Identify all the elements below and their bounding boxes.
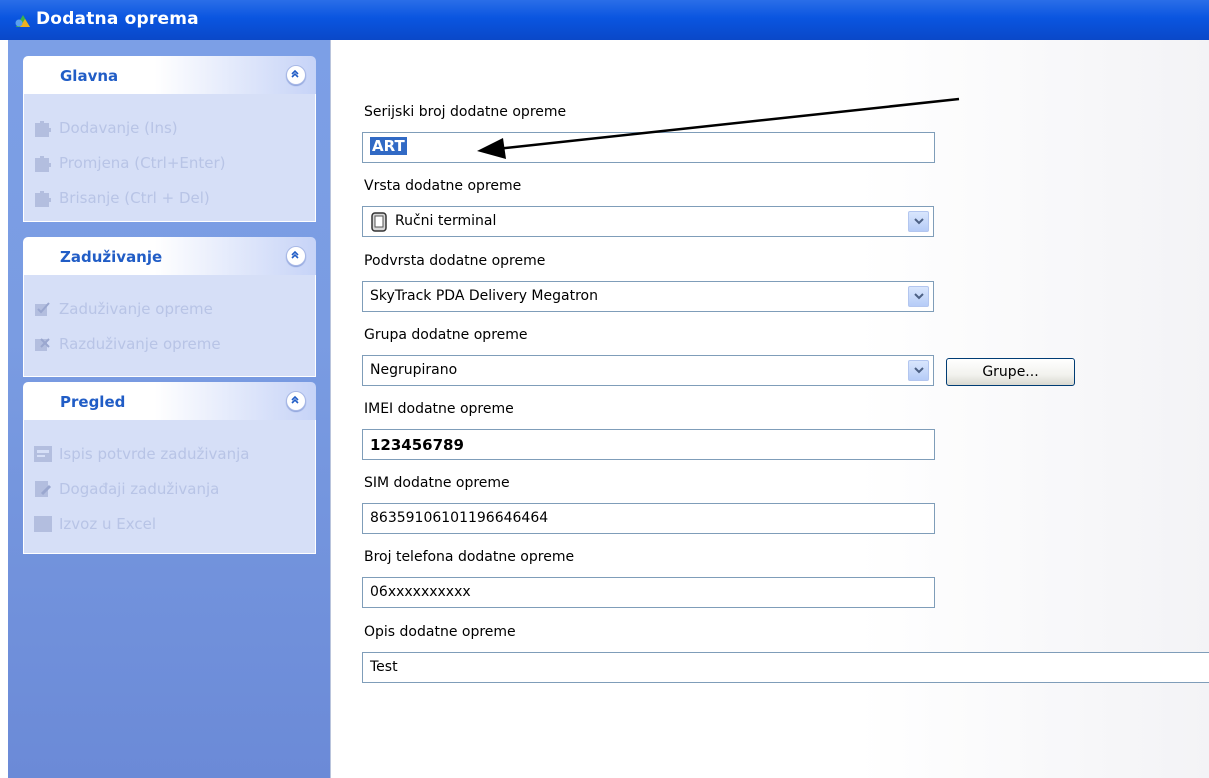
task-brisanje[interactable]: Brisanje (Ctrl + Del) xyxy=(24,180,315,215)
task-label: Brisanje (Ctrl + Del) xyxy=(59,189,210,207)
subtype-value: SkyTrack PDA Delivery Megatron xyxy=(370,288,598,304)
sim-label: SIM dodatne opreme xyxy=(364,475,510,491)
group-title: Zaduživanje xyxy=(60,248,163,266)
sim-value: 86359106101196646464 xyxy=(370,510,549,526)
window-title: Dodatna oprema xyxy=(36,9,199,29)
handheld-terminal-icon xyxy=(371,212,387,232)
checkbox-icon xyxy=(35,302,50,316)
type-value: Ručni terminal xyxy=(395,213,497,229)
task-label: Ispis potvrde zaduživanja xyxy=(59,445,250,463)
imei-value: 123456789 xyxy=(370,436,464,454)
type-label: Vrsta dodatne opreme xyxy=(364,178,522,194)
phone-value: 06xxxxxxxxxx xyxy=(370,584,471,600)
group-pregled: Pregled Ispis potvrde zaduživanja Događa… xyxy=(23,382,316,554)
title-bar: Dodatna oprema xyxy=(0,0,1209,40)
group-value: Negrupirano xyxy=(370,362,458,378)
task-dogadaji-zaduzivanja[interactable]: Događaji zaduživanja xyxy=(24,471,315,506)
group-title: Glavna xyxy=(60,67,119,85)
task-label: Dodavanje (Ins) xyxy=(59,119,178,137)
task-zaduzivanje-opreme[interactable]: Zaduživanje opreme xyxy=(24,291,315,326)
group-header-pregled[interactable]: Pregled xyxy=(23,382,316,420)
task-label: Zaduživanje opreme xyxy=(59,300,213,318)
group-header-glavna[interactable]: Glavna xyxy=(23,56,316,94)
group-zaduzivanje: Zaduživanje Zaduživanje opreme Razduživa… xyxy=(23,237,316,377)
phone-input[interactable]: 06xxxxxxxxxx xyxy=(362,577,935,608)
task-izvoz-excel[interactable]: Izvoz u Excel xyxy=(24,506,315,541)
description-value: Test xyxy=(370,659,398,675)
subtype-label: Podvrsta dodatne opreme xyxy=(364,253,546,269)
group-title: Pregled xyxy=(60,393,126,411)
task-label: Promjena (Ctrl+Enter) xyxy=(59,154,226,172)
task-dodavanje[interactable]: Dodavanje (Ins) xyxy=(24,110,315,145)
collapse-chevron-icon[interactable] xyxy=(286,246,306,266)
serial-label: Serijski broj dodatne opreme xyxy=(364,104,567,120)
subtype-select[interactable]: SkyTrack PDA Delivery Megatron xyxy=(362,281,934,312)
document-edit-icon xyxy=(35,481,52,497)
excel-icon xyxy=(34,516,52,532)
task-ispis-potvrde[interactable]: Ispis potvrde zaduživanja xyxy=(24,436,315,471)
description-input[interactable]: Test xyxy=(362,652,1209,683)
groups-button[interactable]: Grupe... xyxy=(946,358,1075,386)
group-header-zaduzivanje[interactable]: Zaduživanje xyxy=(23,237,316,275)
task-pane: Glavna Dodavanje (Ins) Promjena (Ctrl+En… xyxy=(0,40,330,778)
group-glavna: Glavna Dodavanje (Ins) Promjena (Ctrl+En… xyxy=(23,56,316,222)
task-label: Događaji zaduživanja xyxy=(59,480,220,498)
task-label: Razduživanje opreme xyxy=(59,335,221,353)
dropdown-arrow-icon[interactable] xyxy=(908,211,929,232)
form-panel: Serijski broj dodatne opreme ART Vrsta d… xyxy=(330,40,1209,778)
collapse-chevron-icon[interactable] xyxy=(286,391,306,411)
phone-label: Broj telefona dodatne opreme xyxy=(364,549,575,565)
puzzle-icon xyxy=(35,191,51,207)
task-label: Izvoz u Excel xyxy=(59,515,157,533)
imei-label: IMEI dodatne opreme xyxy=(364,401,514,417)
group-select[interactable]: Negrupirano xyxy=(362,355,934,386)
description-label: Opis dodatne opreme xyxy=(364,624,516,640)
imei-input[interactable]: 123456789 xyxy=(362,429,935,460)
puzzle-icon xyxy=(35,156,51,172)
group-label: Grupa dodatne opreme xyxy=(364,327,528,343)
puzzle-icon xyxy=(35,121,51,137)
task-promjena[interactable]: Promjena (Ctrl+Enter) xyxy=(24,145,315,180)
serial-value: ART xyxy=(370,137,407,155)
type-select[interactable]: Ručni terminal xyxy=(362,206,934,237)
app-globe-icon xyxy=(15,15,30,27)
dropdown-arrow-icon[interactable] xyxy=(908,286,929,307)
dropdown-arrow-icon[interactable] xyxy=(908,360,929,381)
serial-input[interactable]: ART xyxy=(362,132,935,163)
print-form-icon xyxy=(34,446,52,462)
uncheck-icon xyxy=(35,338,50,351)
collapse-chevron-icon[interactable] xyxy=(286,65,306,85)
task-razduzivanje-opreme[interactable]: Razduživanje opreme xyxy=(24,326,315,361)
sim-input[interactable]: 86359106101196646464 xyxy=(362,503,935,534)
